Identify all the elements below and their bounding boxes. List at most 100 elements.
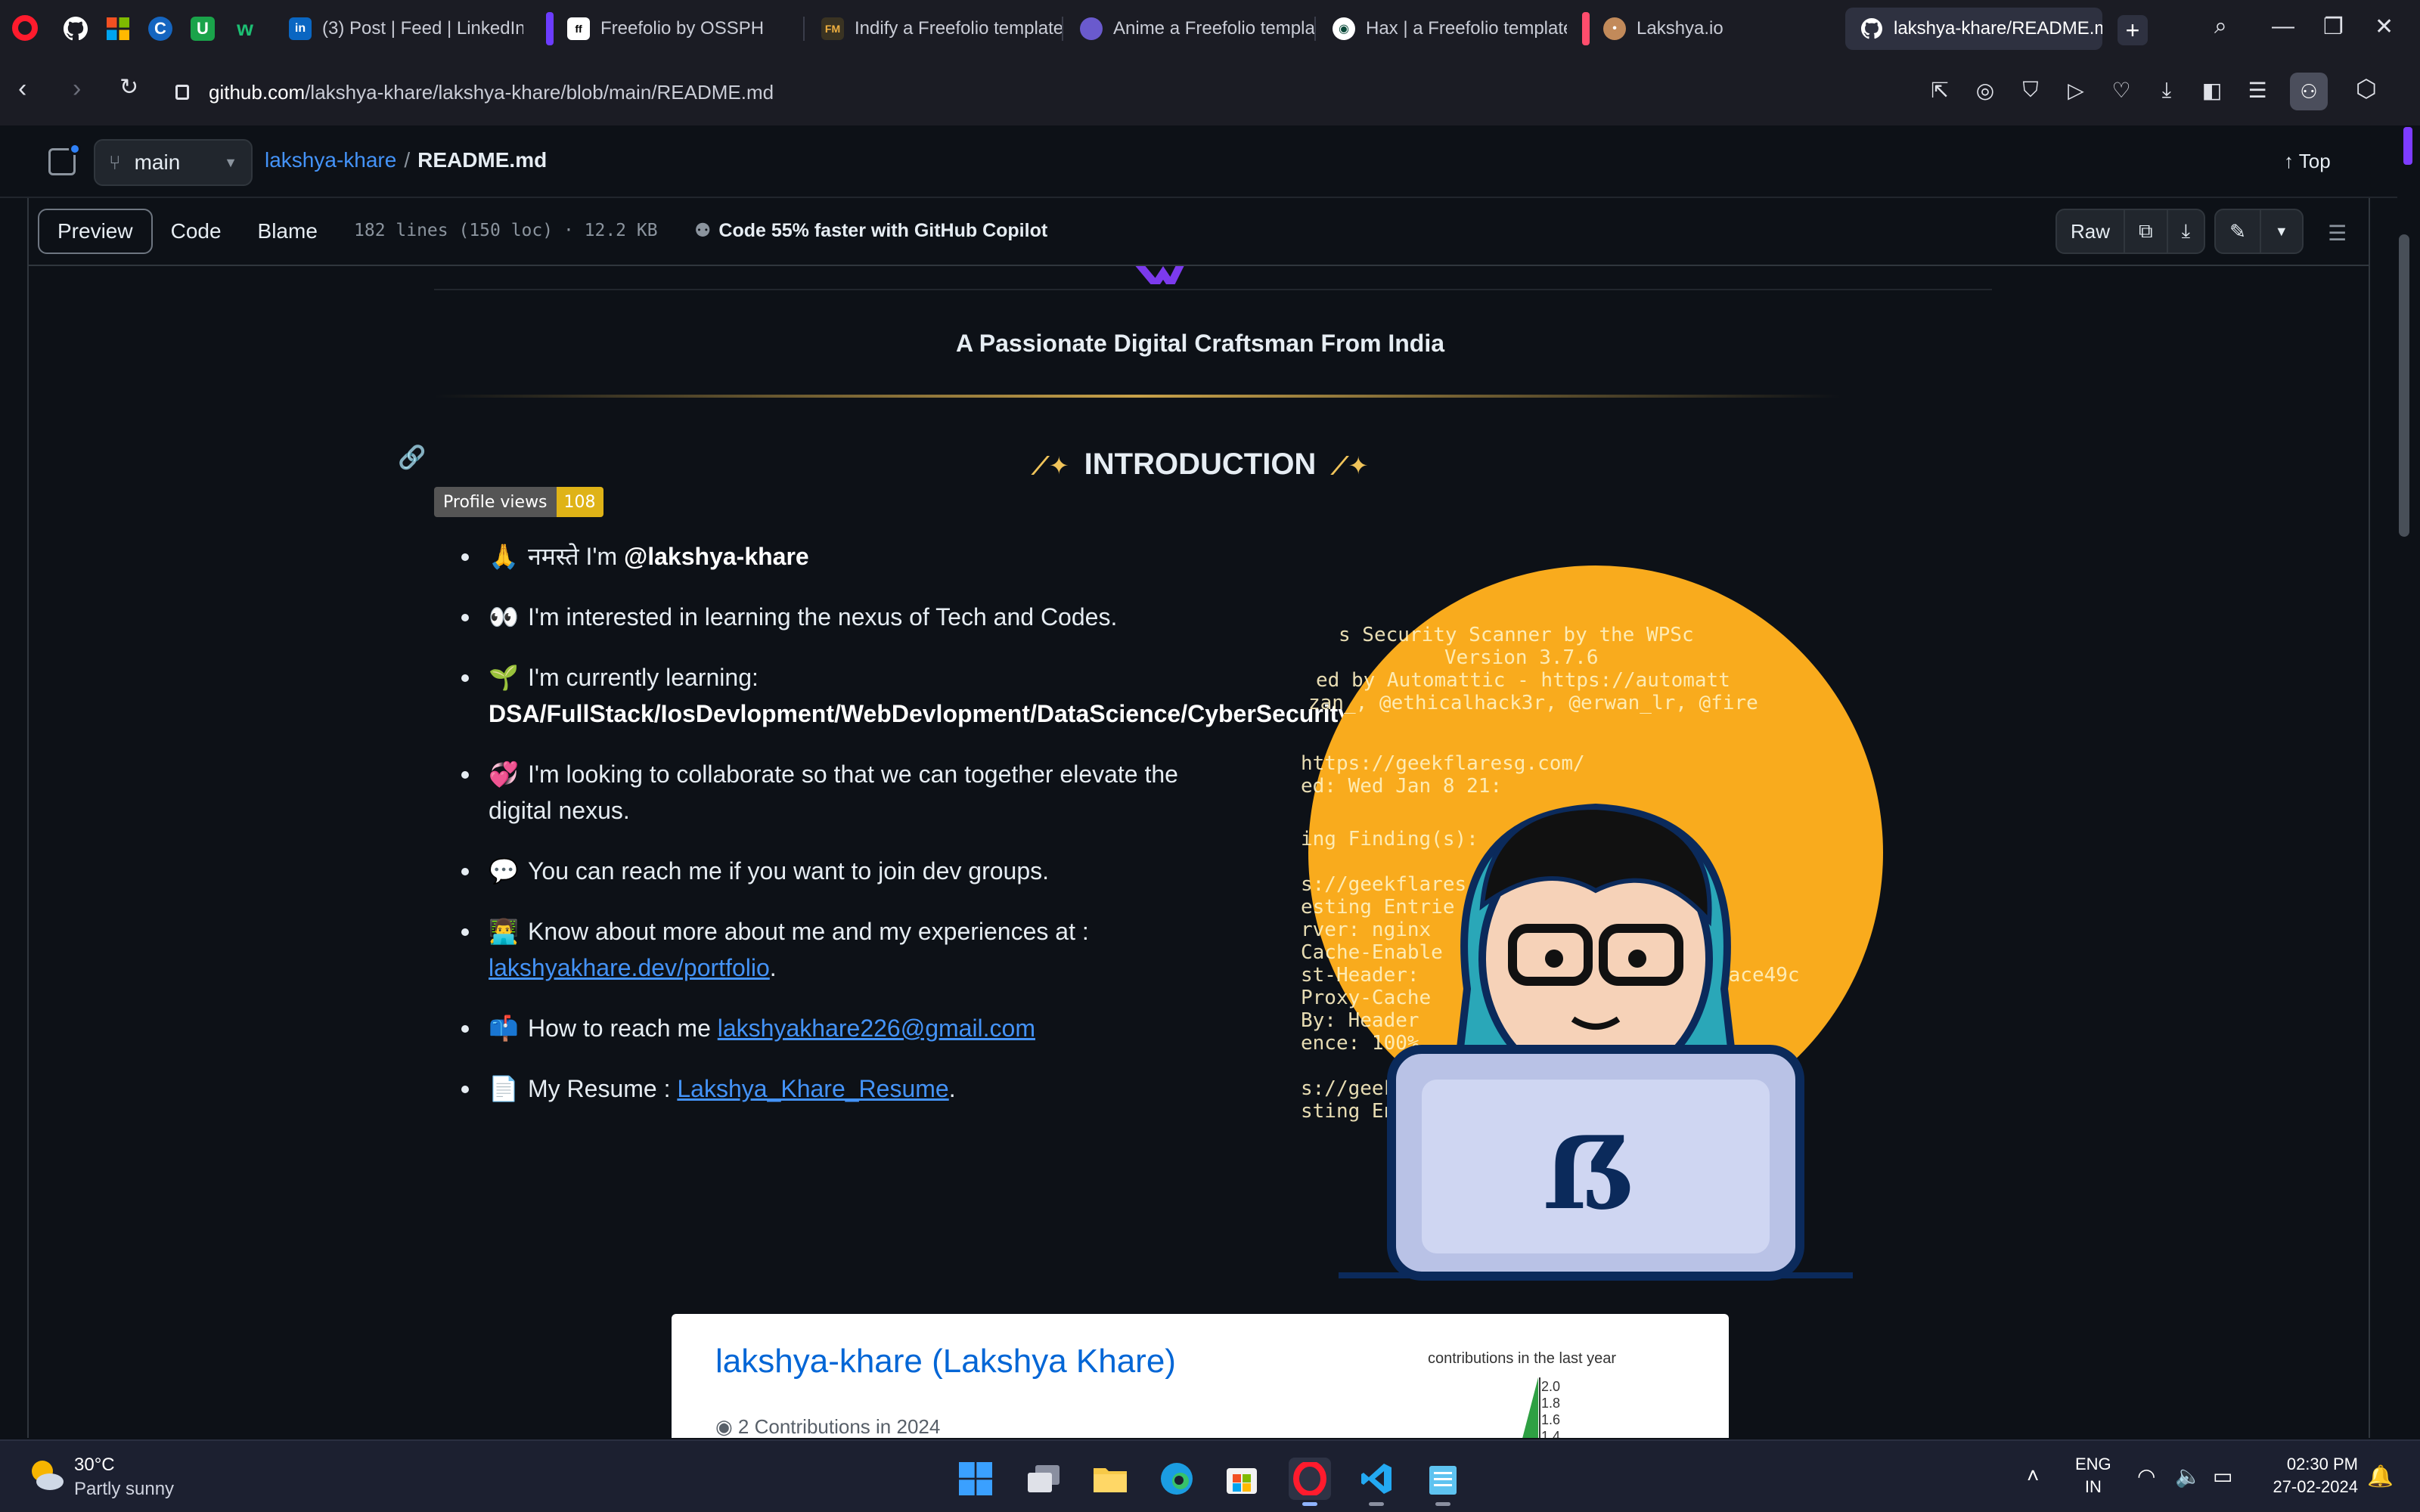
resume-link[interactable]: Lakshya_Khare_Resume [677,1075,948,1102]
email-link[interactable]: lakshyakhare226@gmail.com [718,1015,1035,1042]
lock-icon [175,85,189,100]
new-tab-button[interactable]: + [2118,15,2148,45]
edge-button[interactable] [1156,1458,1198,1500]
reload-icon[interactable]: ↻ [119,74,138,101]
outline-list-icon[interactable]: ☰ [2328,221,2347,246]
git-branch-icon: ⑂ [109,150,121,174]
profile-icon[interactable]: ⚇ [2290,73,2328,110]
github-stats-card: lakshya-khare (Lakshya Khare) ◉ 2 Contri… [672,1314,1729,1438]
tab-preview[interactable]: Preview [38,209,153,254]
pinned-tab-w[interactable]: w [224,11,266,47]
vpn-shield-icon[interactable]: ⛉ [2018,77,2043,103]
tab-readme-active[interactable]: lakshya-khare/README.md [1845,8,2102,50]
heart-icon[interactable]: ♡ [2108,77,2134,103]
tab-hax[interactable]: ◉ Hax | a Freefolio template [1317,8,1567,50]
close-icon[interactable]: ✕ [2375,14,2394,40]
breadcrumb-repo-link[interactable]: lakshya-khare [265,148,396,172]
raw-button[interactable]: Raw [2057,210,2126,253]
readme-preview: A Passionate Digital Craftsman From Indi… [27,266,2370,1438]
heading-text: INTRODUCTION [1084,448,1317,481]
item-text: नमस्ते I'm [528,543,625,570]
tab-label: lakshya-khare/README.md [1894,18,2102,39]
notepad-icon [1429,1466,1457,1495]
volume-icon[interactable]: 🔈 [2175,1464,2201,1489]
pinned-tab-u[interactable]: U [182,11,224,47]
pinned-tab-github[interactable] [54,11,97,47]
download-icon[interactable]: ⤓ [2168,210,2204,253]
hax-icon: ◉ [1333,17,1355,40]
tab-indify[interactable]: FM Indify a Freefolio template [806,8,1062,50]
edit-pencil-icon[interactable]: ✎ [2216,210,2261,253]
weather-description[interactable]: Partly sunny [74,1479,174,1500]
store-button[interactable] [1221,1458,1263,1500]
portfolio-link[interactable]: lakshyakhare.dev/portfolio [489,954,770,981]
chevron-down-icon: ▼ [224,154,237,170]
battery-icon[interactable]: ▭ [2213,1464,2232,1489]
y-tick: 1.6 [1541,1412,1561,1427]
restore-icon[interactable]: ❐ [2323,14,2344,40]
branch-name: main [134,150,181,174]
tab-linkedin[interactable]: in (3) Post | Feed | LinkedIn [274,8,523,50]
svg-text:Proxy-Cache: Proxy-Cache [1301,987,1431,1009]
view-mode-tabs: Preview Code Blame [38,209,336,254]
language-indicator[interactable]: ENG IN [2075,1453,2111,1498]
sidebar-setup-icon[interactable]: ◧ [2199,77,2225,103]
minimize-icon[interactable]: — [2272,14,2294,39]
forward-icon[interactable]: › [73,74,81,104]
pinned-tab-c[interactable]: C [139,11,182,47]
tab-code[interactable]: Code [153,209,240,254]
weather-temperature[interactable]: 30°C [74,1455,115,1476]
url-field[interactable]: github.com/lakshya-khare/lakshya-khare/b… [175,77,1915,107]
tab-separator [803,17,805,41]
svg-text:rver: nginx: rver: nginx [1301,919,1431,941]
handle-mention: @lakshya-khare [624,543,809,570]
player-icon[interactable]: ▷ [2063,77,2089,103]
snapshot-icon[interactable]: ◎ [1972,77,1998,103]
tab-freefolio[interactable]: ff Freefolio by OSSPH [552,8,802,50]
easy-setup-icon[interactable]: ☰ [2245,77,2270,103]
page-scrollbar[interactable] [2399,234,2409,537]
profile-views-badge: Profile views 108 [434,487,603,517]
wifi-icon[interactable]: ◠ [2137,1464,2155,1489]
branch-selector[interactable]: ⑂ main ▼ [94,139,253,186]
breadcrumb: lakshya-khare / README.md [265,148,547,172]
extensions-icon[interactable]: ⬡ [2356,74,2377,103]
freefolio-icon: ff [567,17,590,40]
list-item: 📫 How to reach me lakshyakhare226@gmail.c… [452,1010,1208,1046]
start-button[interactable] [954,1458,997,1500]
chevron-up-icon[interactable]: ˄ [2027,1464,2039,1488]
share-icon[interactable]: ⇱ [1927,77,1953,103]
browser-tab-strip: C U w in (3) Post | Feed | LinkedIn ff F… [0,0,2420,57]
task-view-icon [1028,1465,1060,1492]
hearts-emoji-icon: 💞 [489,761,519,788]
vscode-button[interactable] [1355,1458,1398,1506]
tab-separator [1314,17,1316,41]
pinned-tab-microsoft[interactable] [97,11,139,47]
top-button[interactable]: ↑ Top [2284,150,2331,173]
opera-icon [1293,1462,1326,1495]
notification-dot [69,143,81,155]
back-icon[interactable]: ‹ [18,74,26,104]
clock[interactable]: 02:30 PM 27-02-2024 [2254,1453,2358,1498]
active-indicator [1302,1502,1317,1506]
tab-label: Indify a Freefolio template [855,18,1062,39]
copilot-promo-link[interactable]: ⚉ Code 55% faster with GitHub Copilot [694,219,1047,242]
notification-bell-icon[interactable]: 🔔 [2367,1464,2394,1489]
download-icon[interactable]: ⤓ [2154,77,2180,103]
task-view-button[interactable] [1022,1458,1065,1500]
tab-blame[interactable]: Blame [240,209,336,254]
file-explorer-button[interactable] [1089,1458,1131,1500]
opera-menu-icon[interactable] [12,15,38,41]
notepad-button[interactable] [1422,1458,1464,1506]
copy-icon[interactable]: ⧉ [2125,210,2168,253]
tab-anime[interactable]: Anime a Freefolio template [1065,8,1314,50]
expand-file-tree-icon[interactable] [48,143,81,175]
hacker-illustration: s Security Scanner by the WPSc Version 3… [1301,565,1883,1281]
chevron-down-icon[interactable]: ▼ [2261,210,2302,253]
item-text: I'm looking to collaborate so that we ca… [489,761,1178,824]
toolbar-icons: ⇱ ◎ ⛉ ▷ ♡ ⤓ ◧ ☰ [1927,77,2270,103]
stats-name-link[interactable]: lakshya-khare (Lakshya Khare) [715,1343,1176,1380]
search-tabs-icon[interactable]: ⌕ [2214,14,2227,39]
opera-taskbar-button[interactable] [1289,1458,1331,1506]
tab-lakshya-io[interactable]: • Lakshya.io [1588,8,1815,50]
